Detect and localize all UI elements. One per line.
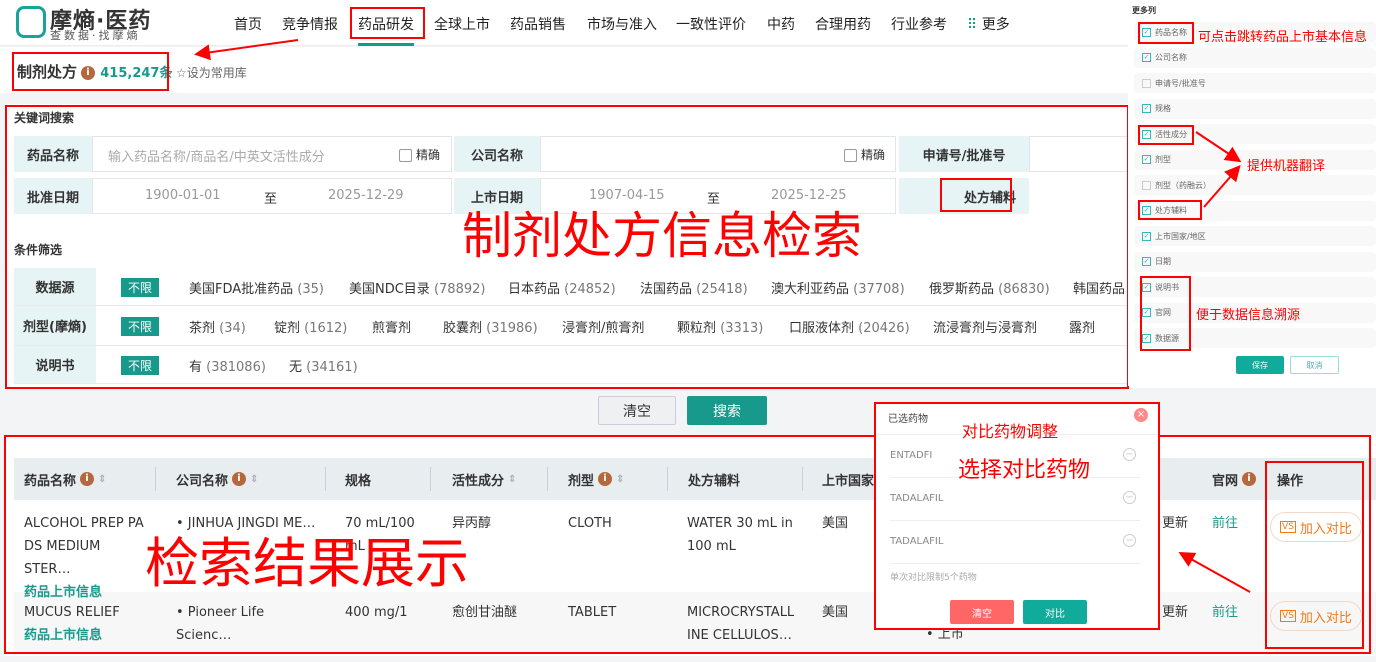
arrow-to-title xyxy=(194,39,299,61)
arrow-translate-2 xyxy=(1203,164,1241,208)
arrow-translate-1 xyxy=(1195,131,1242,163)
arrow-compare xyxy=(1178,552,1251,593)
annotation-arrows xyxy=(194,39,1251,593)
